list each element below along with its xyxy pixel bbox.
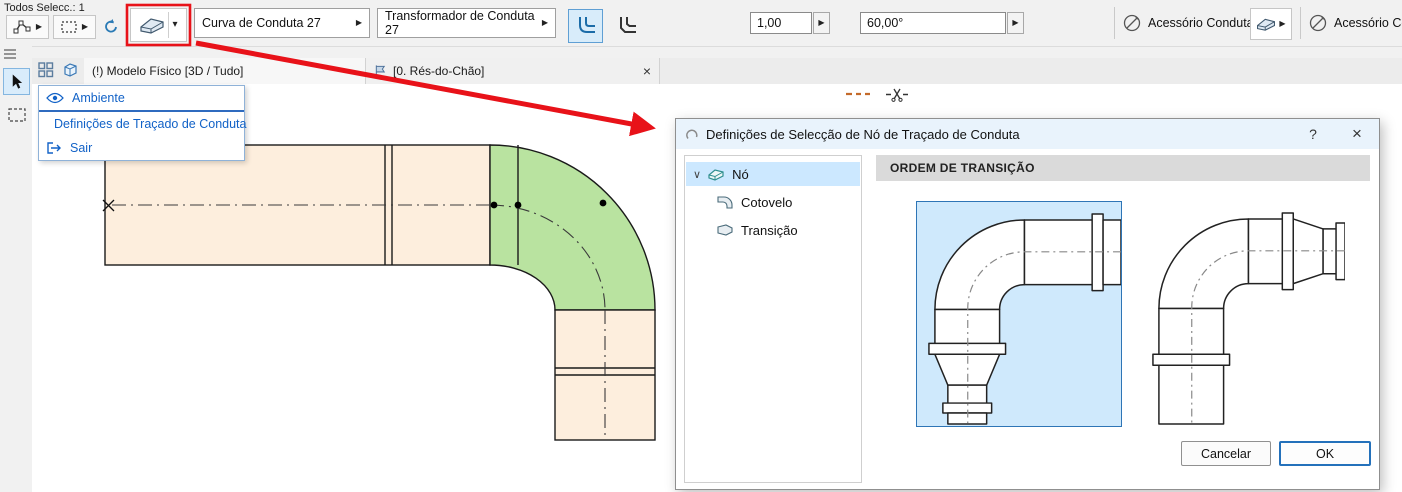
ok-button[interactable]: OK (1279, 441, 1371, 466)
elbow-node-icon (717, 196, 733, 209)
arrow-select-tool[interactable] (3, 68, 30, 95)
mitred-elbow-icon (620, 17, 636, 33)
node-tree-panel: ∨ Nó Cotovelo Transição (684, 155, 862, 483)
dialog-title-bar[interactable]: Definições de Selecção de Nó de Traçado … (676, 119, 1379, 149)
eye-icon (46, 92, 64, 104)
caret-down-icon[interactable]: ▾ (172, 20, 177, 30)
selection-status: Todos Selecc.: 1 (4, 2, 85, 14)
exit-icon (47, 142, 61, 154)
rotate-tool-button[interactable] (98, 15, 124, 39)
flyout-arrow-icon: ▶ (1279, 19, 1286, 28)
top-toolbar: Todos Selecc.: 1 ▶ ▶ ▾ Curva de Conduta … (0, 0, 1402, 47)
cancel-button[interactable]: Cancelar (1181, 441, 1271, 466)
dashed-line-style-icon[interactable] (845, 88, 871, 100)
menu-item-label: Ambiente (72, 91, 125, 105)
transition-order-option-2[interactable] (1141, 201, 1347, 427)
tree-item-transicao[interactable]: Transição (686, 218, 860, 242)
quick-options-grid-icon[interactable] (38, 62, 54, 78)
transition-order-title: ORDEM DE TRANSIÇÃO (890, 161, 1035, 175)
tree-chevron-icon[interactable]: ∨ (693, 168, 701, 181)
toolbar-separator (1300, 7, 1301, 39)
flyout-arrow-icon: ▶ (541, 18, 548, 27)
ratio-value: 1,00 (757, 16, 782, 30)
flyout-arrow-icon: ▶ (818, 18, 825, 27)
duct-fitting-icon (1257, 18, 1276, 31)
menu-item-label: Definições de Traçado de Conduta (54, 117, 247, 131)
flyout-arrow-icon: ▶ (81, 22, 89, 31)
transformer-type-value: Transformador de Conduta 27 (385, 9, 535, 37)
menu-lines-icon[interactable] (3, 48, 17, 60)
angle-value: 60,00° (867, 16, 904, 30)
left-tool-strip (0, 46, 32, 492)
marquee-select-tool[interactable] (3, 101, 30, 128)
accessory-duct-label-2: Acessório Con (1334, 16, 1402, 30)
duct-transition-icon (140, 18, 165, 34)
accessory-fitting-button[interactable]: ▶ (1250, 8, 1292, 40)
transition-node-icon (717, 224, 733, 236)
marquee-tool-button[interactable]: ▶ (53, 15, 96, 39)
angle-input[interactable]: 60,00° (860, 12, 1006, 34)
tab-bar: (!) Modelo Físico [3D / Tudo] [0. Rés-do… (32, 58, 1402, 84)
ratio-input[interactable]: 1,00 (750, 12, 812, 34)
menu-item-label: Sair (70, 141, 93, 155)
node-icon (708, 169, 724, 181)
transition-order-header: ORDEM DE TRANSIÇÃO (876, 155, 1370, 181)
tool-context-menu: Ambiente Definições de Traçado de Condut… (38, 85, 247, 161)
accessory-duct-label: Acessório Conduta (1148, 16, 1254, 30)
model-cube-icon[interactable] (62, 62, 79, 78)
curve-type-value: Curva de Conduta 27 (202, 16, 321, 30)
menu-item-definicoes-traçado[interactable]: Definições de Traçado de Conduta (39, 112, 247, 136)
tab-model-3d-label: (!) Modelo Físico [3D / Tudo] (92, 64, 244, 78)
elbow-preview-2 (1152, 212, 1346, 425)
transition-order-option-1[interactable] (916, 201, 1122, 427)
curve-type-dropdown[interactable]: Curva de Conduta 27 ▶ (194, 8, 370, 38)
flyout-arrow-icon: ▶ (1012, 18, 1019, 27)
dialog-help-button[interactable]: ? (1303, 125, 1323, 143)
rotate-icon (105, 19, 117, 33)
split-scissors-icon[interactable] (885, 87, 909, 102)
tab-floor-plan-label: [0. Rés-do-Chão] (393, 64, 485, 78)
routing-tool-button[interactable]: ▶ (6, 15, 49, 39)
transformer-type-dropdown[interactable]: Transformador de Conduta 27 ▶ (377, 8, 556, 38)
button-divider (168, 12, 170, 38)
elbow-mode-toggle-curved[interactable] (568, 9, 603, 43)
app-window: Todos Selecc.: 1 ▶ ▶ ▾ Curva de Conduta … (0, 0, 1402, 492)
curved-elbow-icon (578, 17, 595, 33)
tree-item-label: Nó (732, 166, 749, 182)
node-selection-settings-dialog: Definições de Selecção de Nó de Traçado … (675, 118, 1380, 490)
story-flag-icon (375, 65, 386, 77)
flyout-arrow-icon: ▶ (355, 18, 362, 27)
tree-item-label: Transição (741, 222, 798, 238)
marquee-icon (7, 107, 26, 122)
tab-model-3d[interactable]: (!) Modelo Físico [3D / Tudo] (84, 58, 366, 84)
dashed-rect-icon (61, 21, 77, 33)
tree-item-cotovelo[interactable]: Cotovelo (686, 190, 860, 214)
menu-item-ambiente[interactable]: Ambiente (39, 86, 244, 110)
accessory-icon (1309, 14, 1327, 32)
angle-flyout-button[interactable]: ▶ (1007, 12, 1024, 34)
duct-node-tool-button[interactable]: ▾ (130, 8, 187, 42)
cursor-arrow-icon (12, 74, 23, 89)
dialog-glyph-icon (686, 129, 698, 139)
tab-close-icon[interactable]: × (643, 63, 651, 79)
menu-item-sair[interactable]: Sair (39, 136, 244, 160)
polyline-tool-icon (13, 20, 31, 34)
dialog-title: Definições de Selecção de Nó de Traçado … (706, 126, 1020, 142)
toolbar-separator (1114, 7, 1115, 39)
ratio-flyout-button[interactable]: ▶ (813, 12, 830, 34)
tree-item-no[interactable]: ∨ Nó (686, 162, 860, 186)
flyout-arrow-icon: ▶ (35, 22, 43, 31)
tab-floor-plan[interactable]: [0. Rés-do-Chão] × (366, 58, 660, 84)
elbow-preview-1 (928, 213, 1121, 425)
accessory-icon (1123, 14, 1141, 32)
elbow-mode-toggle-mitred[interactable] (607, 9, 647, 43)
tree-item-label: Cotovelo (741, 194, 793, 210)
dialog-close-button[interactable]: × (1347, 124, 1367, 143)
